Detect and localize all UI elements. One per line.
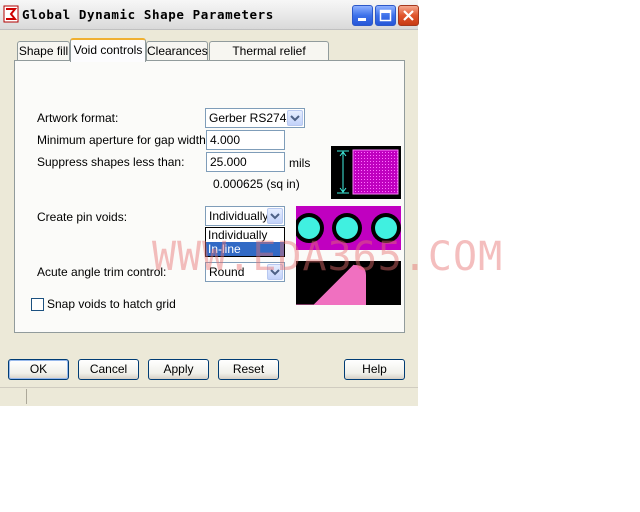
tab-shape-fill[interactable]: Shape fill [17,41,70,60]
window-title: Global Dynamic Shape Parameters [22,7,274,22]
acute-angle-label: Acute angle trim control: [37,265,167,279]
cancel-button[interactable]: Cancel [78,359,139,380]
chevron-down-icon [290,115,300,122]
reset-button[interactable]: Reset [218,359,279,380]
close-icon [403,10,414,21]
maximize-button[interactable] [375,5,396,26]
suppress-shape-illustration [331,146,401,199]
create-pin-voids-value: Individually [209,209,269,223]
minimize-icon [358,18,366,21]
snap-voids-checkbox[interactable] [31,298,44,311]
min-aperture-input[interactable]: 4.000 [206,130,285,150]
help-button[interactable]: Help [344,359,405,380]
maximize-icon [379,9,392,22]
apply-button[interactable]: Apply [148,359,209,380]
app-icon [3,5,19,23]
tab-clearances[interactable]: Clearances [146,41,208,60]
suppress-shapes-unit: mils [289,156,311,170]
status-bar [0,387,418,406]
chevron-down-icon [270,213,280,220]
watermark: WWW.EDA365.COM [152,234,504,280]
artwork-format-select[interactable]: Gerber RS274X [205,108,305,128]
create-pin-voids-dropdown-button[interactable] [267,208,283,224]
tab-void-controls[interactable]: Void controls [70,38,146,62]
minimize-button[interactable] [352,5,373,26]
snap-voids-label: Snap voids to hatch grid [47,297,176,311]
artwork-format-label: Artwork format: [37,111,119,125]
tab-thermal-relief[interactable]: Thermal relief connects [209,41,329,77]
artwork-format-value: Gerber RS274X [209,111,295,125]
suppress-shapes-input[interactable]: 25.000 [206,152,285,172]
create-pin-voids-label: Create pin voids: [37,210,128,224]
status-bar-divider [26,389,27,404]
close-button[interactable] [398,5,419,26]
artwork-format-dropdown-button[interactable] [287,110,303,126]
suppress-shapes-label: Suppress shapes less than: [37,155,185,169]
ok-button[interactable]: OK [8,359,69,380]
create-pin-voids-select[interactable]: Individually [205,206,285,226]
min-aperture-label: Minimum aperture for gap width: [37,133,210,147]
suppress-shapes-area: 0.000625 (sq in) [213,177,300,191]
